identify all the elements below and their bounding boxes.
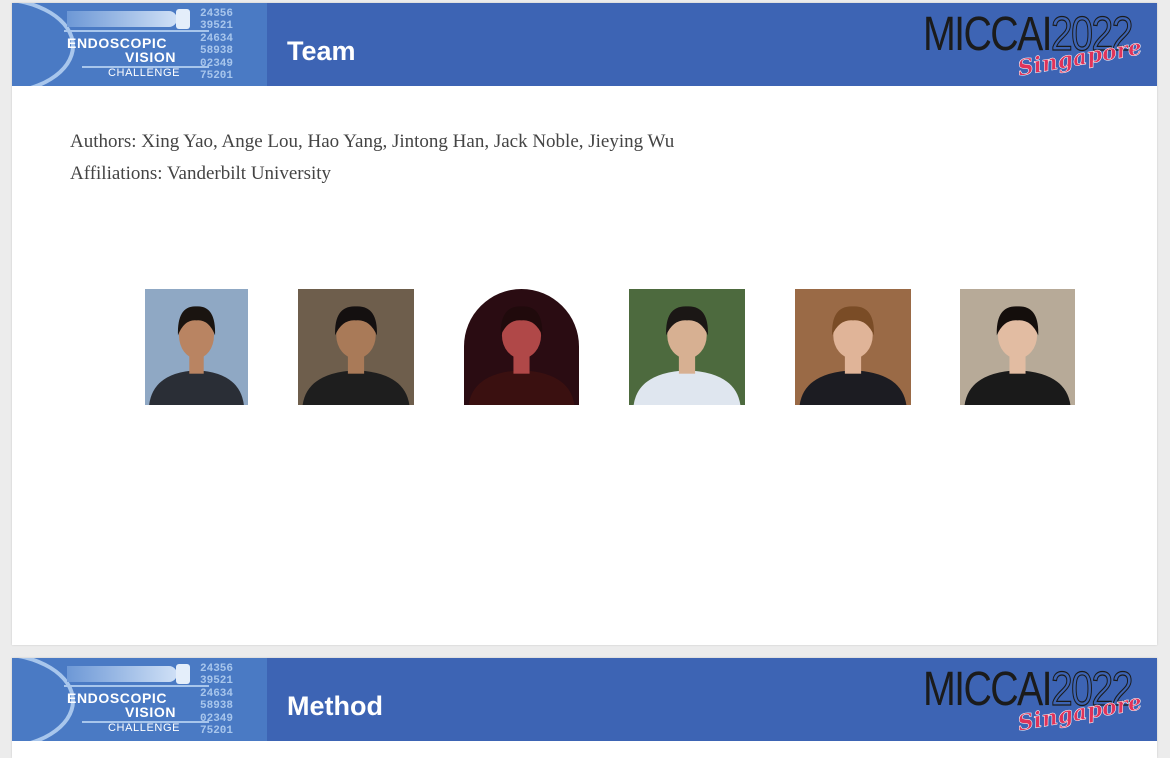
logo-arc-icon — [12, 3, 75, 86]
miccai-2022-logo: MICCAI2022 Singapore — [923, 663, 1145, 737]
person-photo-icon — [298, 289, 414, 405]
team-member-photo — [145, 289, 248, 405]
person-photo-icon — [629, 289, 745, 405]
logo-text-line3: CHALLENGE — [108, 722, 181, 734]
team-info: Authors: Xing Yao, Ange Lou, Hao Yang, J… — [70, 126, 674, 190]
logo-digit-row: 75201 — [200, 725, 234, 738]
logo-text-line2: VISION — [125, 704, 177, 720]
logo-rule — [64, 30, 209, 32]
endoscopic-vision-logo: ENDOSCOPIC VISION CHALLENGE 24356 39521 … — [12, 3, 267, 86]
slide-banner: ENDOSCOPIC VISION CHALLENGE 24356 39521 … — [12, 3, 1157, 86]
logo-digit-row: 02349 — [200, 57, 234, 70]
logo-digit-row: 24356 — [200, 663, 234, 675]
slide-title: Team — [287, 36, 356, 66]
logo-rule — [64, 685, 209, 687]
logo-digit-row: 75201 — [200, 70, 234, 83]
team-member-photo — [629, 289, 745, 405]
endoscope-icon — [67, 666, 177, 682]
endoscope-tip-icon — [176, 9, 190, 29]
logo-digit-row: 39521 — [200, 675, 234, 688]
authors-line: Authors: Xing Yao, Ange Lou, Hao Yang, J… — [70, 131, 675, 152]
logo-digits: 24356 39521 24634 58938 02349 75201 — [200, 8, 233, 82]
endoscope-tip-icon — [176, 664, 190, 684]
slide-title: Method — [287, 691, 383, 721]
endoscopic-vision-logo: ENDOSCOPIC VISION CHALLENGE 24356 39521 … — [12, 658, 267, 741]
person-photo-icon — [960, 289, 1075, 405]
team-member-photo — [298, 289, 414, 405]
team-slide: ENDOSCOPIC VISION CHALLENGE 24356 39521 … — [12, 3, 1157, 645]
method-slide: ENDOSCOPIC VISION CHALLENGE 24356 39521 … — [12, 658, 1157, 758]
logo-digits: 24356 39521 24634 58938 02349 75201 — [200, 663, 233, 737]
logo-text-line2: VISION — [125, 49, 177, 65]
team-member-photo — [464, 289, 579, 405]
slide-banner: ENDOSCOPIC VISION CHALLENGE 24356 39521 … — [12, 658, 1157, 741]
logo-digit-row: 24634 — [200, 687, 234, 700]
miccai-2022-logo: MICCAI2022 Singapore — [923, 8, 1145, 82]
endoscope-icon — [67, 11, 177, 27]
logo-digit-row: 02349 — [200, 712, 234, 725]
person-photo-icon — [464, 289, 579, 405]
logo-digit-row: 24634 — [200, 32, 234, 45]
team-member-photo — [960, 289, 1075, 405]
logo-digit-row: 39521 — [200, 20, 234, 33]
person-photo-icon — [145, 289, 248, 405]
logo-text-line3: CHALLENGE — [108, 67, 181, 79]
person-photo-icon — [795, 289, 911, 405]
team-member-photo — [795, 289, 911, 405]
logo-digit-row: 24356 — [200, 8, 234, 20]
affiliations-line: Affiliations: Vanderbilt University — [70, 163, 332, 184]
logo-arc-icon — [12, 658, 75, 741]
logo-digit-row: 58938 — [200, 700, 234, 713]
logo-digit-row: 58938 — [200, 45, 234, 58]
